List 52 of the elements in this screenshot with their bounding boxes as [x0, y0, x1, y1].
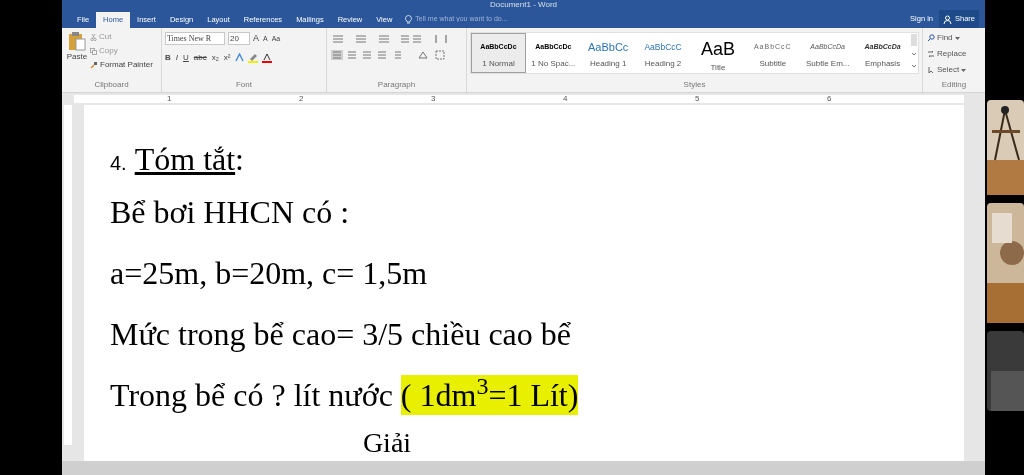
grow-font-button[interactable]: A	[253, 32, 259, 46]
dropdown-arrow-icon	[961, 68, 967, 72]
lightbulb-icon	[405, 14, 413, 24]
copy-icon	[90, 47, 97, 55]
heading-text: Tóm tắt	[134, 140, 236, 179]
subscript-button[interactable]: x₂	[211, 51, 219, 64]
replace-icon	[927, 50, 935, 58]
search-icon	[927, 34, 935, 42]
highlighter-icon[interactable]	[248, 52, 259, 63]
list-number: 4.	[110, 151, 127, 176]
find-button[interactable]: Find	[927, 32, 981, 44]
ruler-number: 1	[167, 95, 172, 103]
ruler-number: 6	[827, 95, 832, 103]
bold-button[interactable]: B	[165, 51, 171, 64]
style-item[interactable]: AaB Title	[690, 33, 746, 73]
paste-button[interactable]: Paste	[64, 31, 90, 79]
cursor-icon	[927, 66, 935, 74]
highlighted-text: ( 1dm$^{3}$=1 Lít)	[400, 374, 579, 415]
paintbrush-icon	[90, 61, 98, 69]
text-effects-icon[interactable]	[235, 53, 245, 62]
style-item[interactable]: AaBbCc Heading 1	[580, 33, 636, 73]
document-text: Mức trong bể cao= 3/5 chiều cao bể	[110, 314, 571, 354]
scissors-icon	[90, 33, 97, 41]
group-label: Editing	[940, 79, 968, 91]
font-size-field[interactable]: 20	[228, 32, 250, 46]
ruler-number: 5	[695, 95, 700, 103]
document-text: Bể bơi HHCN có :	[110, 192, 350, 232]
person-icon	[943, 14, 952, 24]
font-color-icon[interactable]	[262, 52, 273, 63]
document-text: a=25m, b=20m, c= 1,5m	[110, 253, 428, 293]
style-item[interactable]: AaBbCcC Heading 2	[635, 33, 691, 73]
font-name-field[interactable]: Times New R	[165, 32, 225, 46]
ruler-number: 3	[431, 95, 436, 103]
heading-colon: :	[235, 140, 244, 179]
ruler-number: 4	[563, 95, 568, 103]
group-label: Clipboard	[93, 79, 130, 91]
select-button[interactable]: Select	[927, 64, 981, 76]
document-text: Trong bể có ? lít nước	[110, 375, 393, 415]
window-title: Document1 - Word	[490, 0, 557, 10]
format-painter-button[interactable]: Format Painter	[90, 59, 153, 71]
replace-button[interactable]: Replace	[927, 48, 981, 60]
clipboard-icon	[68, 31, 86, 51]
dropdown-arrow-icon	[954, 36, 960, 40]
superscript-button[interactable]: x²	[223, 51, 231, 64]
document-text: Giải	[362, 426, 412, 460]
underline-button[interactable]: U	[183, 51, 189, 64]
ruler-number: 2	[299, 95, 304, 103]
group-label: Paragraph	[376, 79, 417, 91]
strikethrough-button[interactable]: abc	[193, 51, 207, 64]
group-label: Styles	[682, 79, 707, 91]
group-label: Font	[235, 79, 253, 91]
italic-button[interactable]: I	[175, 51, 178, 64]
